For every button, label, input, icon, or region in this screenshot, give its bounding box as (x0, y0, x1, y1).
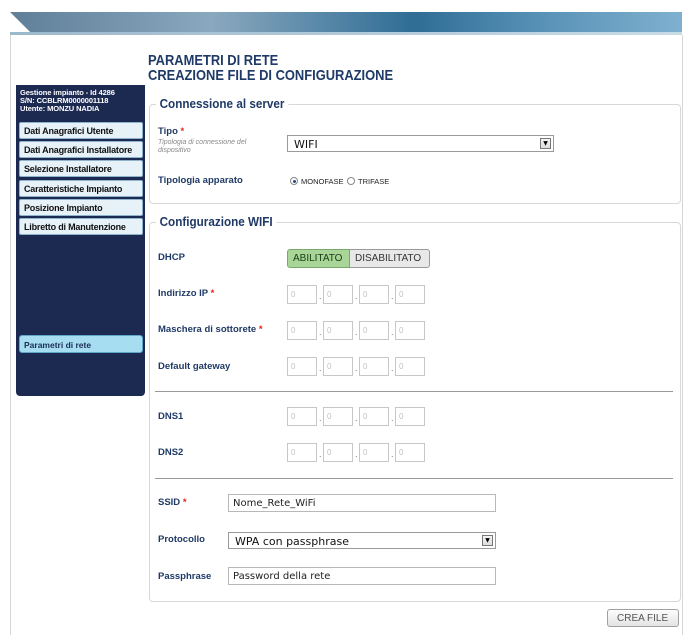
header-banner (10, 12, 682, 32)
chevron-down-icon[interactable]: ▼ (482, 535, 493, 546)
dns2-label: DNS2 (158, 447, 184, 458)
tipo-hint: Tipologia di connessione del dispositivo (158, 139, 247, 154)
dns1-octet-3[interactable]: 0 (359, 407, 389, 426)
sidebar: Gestione impianto - Id 4286 S/N: CCBLRM0… (16, 85, 145, 396)
ip-dot: . (319, 449, 322, 459)
tipo-label: Tipo * (158, 126, 184, 137)
mask-octet-3[interactable]: 0 (359, 321, 389, 340)
tipo-select-value: WIFI (294, 138, 318, 151)
sidebar-item-dati-utente[interactable]: Dati Anagrafici Utente (19, 122, 143, 139)
sidebar-item-parametri-rete[interactable]: Parametri di rete (19, 335, 143, 353)
server-legend: Connessione al server (156, 96, 289, 111)
apparato-label: Tipologia apparato (158, 175, 243, 186)
radio-monofase-label: MONOFASE (301, 177, 344, 186)
tipo-select[interactable]: WIFI ▼ (287, 135, 554, 152)
ip-octet-1[interactable]: 0 (287, 285, 317, 304)
sidebar-info-user: Utente: MONZU NADIA (20, 104, 100, 113)
passphrase-label: Passphrase (158, 571, 212, 582)
protocollo-select-value: WPA con passphrase (235, 535, 349, 548)
ip-dot: . (355, 327, 358, 337)
ssid-label-text: SSID (158, 497, 181, 508)
mask-octet-2[interactable]: 0 (323, 321, 353, 340)
dhcp-label: DHCP (158, 252, 185, 263)
gateway-octet-4[interactable]: 0 (395, 357, 425, 376)
dns2-octet-1[interactable]: 0 (287, 443, 317, 462)
tipo-required-mark: * (180, 126, 185, 137)
ip-dot: . (319, 363, 322, 373)
separator (155, 478, 673, 479)
ip-dot: . (355, 291, 358, 301)
dns2-octet-2[interactable]: 0 (323, 443, 353, 462)
ip-required-mark: * (210, 288, 215, 299)
ip-dot: . (391, 363, 394, 373)
dhcp-disabled-button[interactable]: DISABILITATO (350, 249, 430, 268)
sidebar-item-posizione-impianto[interactable]: Posizione Impianto (19, 199, 143, 216)
page-title-line2: CREAZIONE FILE DI CONFIGURAZIONE (148, 67, 394, 84)
gateway-octet-3[interactable]: 0 (359, 357, 389, 376)
gateway-octet-1[interactable]: 0 (287, 357, 317, 376)
ip-dot: . (391, 413, 394, 423)
ip-octet-2[interactable]: 0 (323, 285, 353, 304)
mask-label: Maschera di sottorete * (158, 324, 263, 335)
passphrase-input[interactable]: Password della rete (228, 567, 496, 585)
tipo-label-text: Tipo (158, 126, 178, 137)
page-title: PARAMETRI DI RETE CREAZIONE FILE DI CONF… (148, 53, 393, 83)
page-title-line1: PARAMETRI DI RETE (148, 52, 279, 69)
mask-label-text: Maschera di sottorete (158, 324, 257, 335)
ip-octet-3[interactable]: 0 (359, 285, 389, 304)
wifi-legend: Configurazione WIFI (156, 214, 277, 229)
sidebar-item-libretto-manutenzione[interactable]: Libretto di Manutenzione (19, 218, 143, 235)
ip-dot: . (355, 363, 358, 373)
protocollo-label: Protocollo (158, 534, 205, 545)
separator (155, 391, 673, 392)
protocollo-select[interactable]: WPA con passphrase ▼ (228, 532, 496, 549)
sidebar-item-dati-installatore[interactable]: Dati Anagrafici Installatore (19, 141, 143, 158)
mask-octet-4[interactable]: 0 (395, 321, 425, 340)
mask-octet-1[interactable]: 0 (287, 321, 317, 340)
ip-dot: . (355, 413, 358, 423)
ip-dot: . (391, 291, 394, 301)
radio-monofase[interactable] (290, 177, 298, 185)
sidebar-item-caratteristiche-impianto[interactable]: Caratteristiche Impianto (19, 180, 143, 197)
mask-required-mark: * (258, 324, 263, 335)
radio-trifase-label: TRIFASE (358, 177, 390, 186)
crea-file-button[interactable]: CREA FILE (607, 609, 679, 627)
gateway-octet-2[interactable]: 0 (323, 357, 353, 376)
ip-label: Indirizzo IP * (158, 288, 214, 299)
ip-dot: . (391, 327, 394, 337)
dns1-octet-4[interactable]: 0 (395, 407, 425, 426)
sidebar-info: Gestione impianto - Id 4286 S/N: CCBLRM0… (16, 85, 145, 113)
ip-octet-4[interactable]: 0 (395, 285, 425, 304)
ip-label-text: Indirizzo IP (158, 288, 208, 299)
dns2-octet-3[interactable]: 0 (359, 443, 389, 462)
ssid-required-mark: * (182, 497, 187, 508)
dns1-octet-1[interactable]: 0 (287, 407, 317, 426)
ip-dot: . (355, 449, 358, 459)
gateway-label: Default gateway (158, 361, 231, 372)
ip-dot: . (319, 413, 322, 423)
dhcp-enabled-button[interactable]: ABILITATO (287, 249, 350, 268)
radio-trifase[interactable] (347, 177, 355, 185)
ssid-label: SSID * (158, 497, 187, 508)
sidebar-item-selezione-installatore[interactable]: Selezione Installatore (19, 160, 143, 177)
dns2-octet-4[interactable]: 0 (395, 443, 425, 462)
dns1-label: DNS1 (158, 411, 184, 422)
chevron-down-icon[interactable]: ▼ (540, 138, 551, 149)
dns1-octet-2[interactable]: 0 (323, 407, 353, 426)
ip-dot: . (319, 327, 322, 337)
ip-dot: . (319, 291, 322, 301)
ssid-input[interactable]: Nome_Rete_WiFi (228, 494, 496, 512)
ip-dot: . (391, 449, 394, 459)
